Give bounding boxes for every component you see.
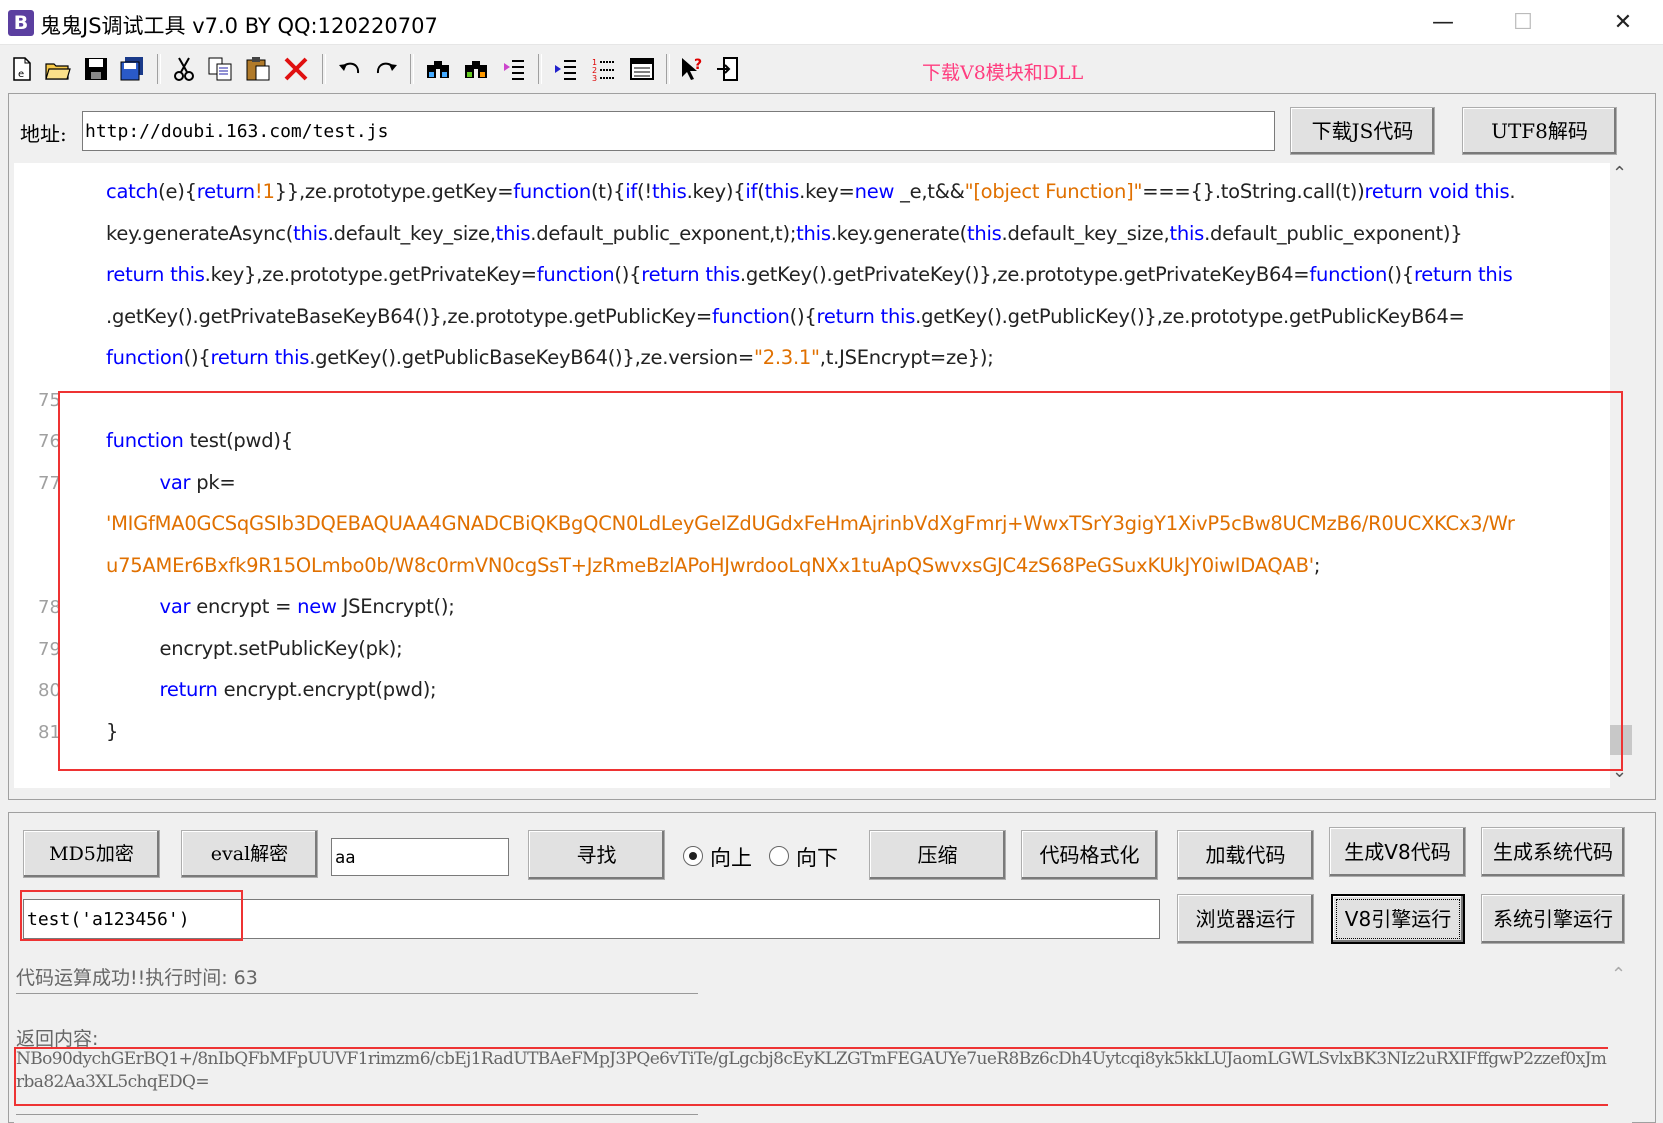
numbered-list-icon[interactable]: 123 [590,55,618,83]
format-code-button[interactable]: 代码格式化 [1021,830,1158,880]
output-scrollbar[interactable]: ⌃ [1608,962,1632,1123]
browser-run-button[interactable]: 浏览器运行 [1177,894,1314,944]
code-line: function(){return this.getKey().getPubli… [106,346,994,369]
download-v8-link[interactable]: 下载V8模块和DLL [922,58,1083,85]
output-scroll-up-arrow[interactable]: ⌃ [1611,964,1626,985]
cut-icon[interactable] [170,55,198,83]
output-status: 代码运算成功!!执行时间: 63 [16,967,258,989]
scroll-up-arrow[interactable]: ⌃ [1612,163,1627,184]
radio-down[interactable] [769,846,789,866]
copy-icon[interactable] [206,55,234,83]
maximize-button[interactable]: ☐ [1483,0,1563,45]
delete-icon[interactable] [282,55,310,83]
replace-icon[interactable] [500,55,528,83]
app-icon: B [8,10,34,36]
window-title: 鬼鬼JS调试工具 v7.0 BY QQ:120220707 [40,14,438,38]
save-all-icon[interactable] [118,55,146,83]
radio-down-label: 向下 [796,846,838,870]
svg-text:?: ? [694,57,702,73]
v8-engine-run-button[interactable]: V8引擎运行 [1331,894,1465,944]
system-engine-run-button[interactable]: 系统引擎运行 [1481,894,1625,944]
code-line: key.generateAsync(this.default_key_size,… [106,221,1463,245]
radio-up-label: 向上 [710,846,752,870]
open-folder-icon[interactable] [44,55,72,83]
find-icon[interactable] [424,55,452,83]
window-icon[interactable] [628,55,656,83]
output-divider [16,993,698,994]
save-icon[interactable] [82,55,110,83]
utf8-decode-button[interactable]: UTF8解码 [1462,107,1617,155]
paste-icon[interactable] [244,55,272,83]
indent-icon[interactable] [552,55,580,83]
svg-text:3: 3 [592,74,597,83]
toolbar: e 123 ? [0,46,1663,92]
generate-system-code-button[interactable]: 生成系统代码 [1481,827,1625,877]
find-button[interactable]: 寻找 [528,830,665,880]
highlight-box-code [58,391,1623,771]
download-js-button[interactable]: 下载JS代码 [1290,107,1435,155]
close-window-button[interactable]: ✕ [1583,0,1663,45]
eval-decrypt-button[interactable]: eval解密 [181,830,318,878]
code-line: .getKey().getPrivateBaseKeyB64()},ze.pro… [106,304,1465,328]
exit-icon[interactable] [714,55,742,83]
highlight-box-command [20,890,243,941]
radio-up[interactable] [683,846,703,866]
address-label: 地址: [20,122,67,146]
minimize-button[interactable]: — [1403,0,1483,45]
load-code-button[interactable]: 加载代码 [1177,830,1314,880]
undo-icon[interactable] [336,55,364,83]
new-file-icon[interactable]: e [8,55,36,83]
highlight-box-result [14,1047,1610,1106]
code-line: return this.key},ze.prototype.getPrivate… [106,263,1513,286]
svg-text:e: e [18,69,24,80]
search-input[interactable]: aa [331,838,509,876]
find-next-icon[interactable] [462,55,490,83]
generate-v8-code-button[interactable]: 生成V8代码 [1329,827,1466,877]
address-input[interactable]: http://doubi.163.com/test.js [82,111,1275,151]
compress-button[interactable]: 压缩 [869,830,1006,880]
md5-encrypt-button[interactable]: MD5加密 [23,830,160,878]
output-divider-bottom [16,1114,698,1115]
help-cursor-icon[interactable]: ? [678,55,706,83]
code-line: catch(e){return!1}},ze.prototype.getKey=… [106,180,1516,203]
redo-icon[interactable] [372,55,400,83]
